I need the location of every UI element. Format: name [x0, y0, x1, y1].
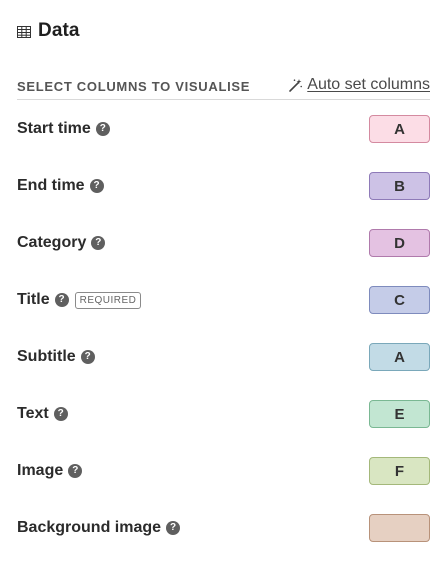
- field-name: Category: [17, 234, 87, 251]
- help-icon[interactable]: ?: [53, 407, 68, 421]
- magic-wand-icon: [288, 78, 303, 93]
- help-icon[interactable]: ?: [54, 293, 69, 307]
- auto-set-columns-link[interactable]: Auto set columns: [307, 76, 430, 94]
- field-row: Category? D: [17, 227, 430, 259]
- panel-header: Data: [17, 19, 80, 43]
- field-label-group: Subtitle?: [17, 348, 95, 366]
- field-label-group: Title? REQUIRED: [17, 291, 142, 309]
- field-label-group: Category?: [17, 234, 106, 252]
- field-row: Image? F: [17, 455, 430, 487]
- field-row: Subtitle? A: [17, 341, 430, 373]
- column-selector[interactable]: B: [369, 172, 430, 200]
- column-selector[interactable]: A: [369, 115, 430, 143]
- field-row: Text? E: [17, 398, 430, 430]
- help-icon[interactable]: ?: [80, 350, 95, 364]
- field-row: End time? B: [17, 170, 430, 202]
- column-selector[interactable]: [369, 514, 430, 542]
- section-label: SELECT COLUMNS TO VISUALISE: [17, 78, 251, 94]
- field-name: Text: [17, 405, 49, 422]
- table-grid-icon: [17, 25, 31, 38]
- column-selector[interactable]: F: [369, 457, 430, 485]
- field-row: Start time? A: [17, 113, 430, 145]
- field-name: Background image: [17, 519, 162, 536]
- required-badge: REQUIRED: [74, 291, 142, 309]
- field-name: Image: [17, 462, 64, 479]
- help-icon[interactable]: ?: [68, 464, 83, 478]
- field-row: Background image?: [17, 512, 430, 544]
- field-label-group: Start time?: [17, 120, 110, 138]
- column-selection-header: SELECT COLUMNS TO VISUALISE Auto set col…: [17, 71, 430, 100]
- field-label-group: Image?: [17, 462, 83, 480]
- column-selector[interactable]: D: [369, 229, 430, 257]
- help-icon[interactable]: ?: [95, 122, 110, 136]
- help-icon[interactable]: ?: [91, 236, 106, 250]
- auto-set-columns-button[interactable]: Auto set columns: [288, 76, 430, 94]
- column-selector[interactable]: E: [369, 400, 430, 428]
- field-name: End time: [17, 177, 85, 194]
- help-icon[interactable]: ?: [89, 179, 104, 193]
- column-selector[interactable]: C: [369, 286, 430, 314]
- help-icon[interactable]: ?: [166, 521, 181, 535]
- page-title: Data: [38, 20, 80, 41]
- field-name: Start time: [17, 120, 91, 137]
- field-label-group: Text?: [17, 405, 68, 423]
- field-name: Subtitle: [17, 348, 76, 365]
- field-label-group: Background image?: [17, 519, 181, 537]
- column-selector[interactable]: A: [369, 343, 430, 371]
- field-name: Title: [17, 291, 50, 308]
- field-row: Title? REQUIRED C: [17, 284, 430, 316]
- field-label-group: End time?: [17, 177, 104, 195]
